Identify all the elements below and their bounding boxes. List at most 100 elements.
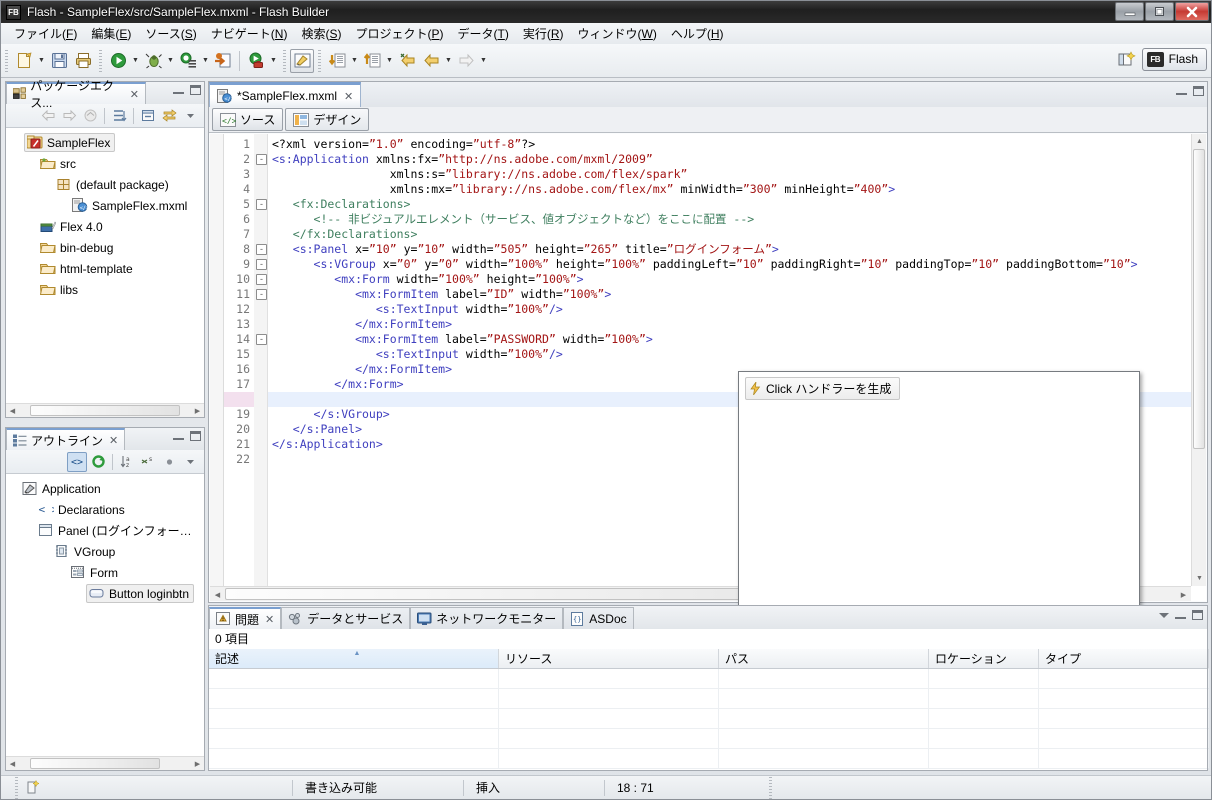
outline-hscroll[interactable]: ◀ ▶ [6, 756, 204, 770]
scroll-left-icon[interactable]: ◀ [211, 588, 224, 601]
minimize-icon[interactable] [173, 432, 184, 440]
bottom-tab-1[interactable]: データとサービス [281, 607, 411, 629]
tree-item-6[interactable]: html-template [6, 258, 204, 279]
table-row[interactable] [209, 709, 1209, 729]
tree-item-1[interactable]: src [6, 153, 204, 174]
print-icon[interactable] [71, 49, 95, 73]
tree-item-0[interactable]: Application [6, 478, 204, 499]
maximize-icon[interactable] [190, 431, 201, 441]
dropdown-arrow-icon[interactable]: ▼ [349, 49, 360, 73]
dropdown-arrow-icon[interactable]: ▼ [165, 49, 176, 73]
package-explorer-hscroll[interactable]: ◀ ▶ [6, 403, 204, 417]
close-icon[interactable]: ✕ [130, 88, 139, 101]
maximize-icon[interactable] [1193, 86, 1204, 96]
bottom-tab-3[interactable]: {} ASDoc [563, 607, 634, 629]
menu-item-8[interactable]: ウィンドウ(W) [571, 23, 664, 44]
tree-item-4[interactable]: Flex 4.0 [6, 216, 204, 237]
tree-item-content[interactable]: src [40, 156, 76, 172]
tree-item-content[interactable]: libs [40, 282, 78, 298]
menu-item-1[interactable]: 編集(E) [84, 23, 138, 44]
table-row[interactable] [209, 669, 1209, 689]
mode-design-button[interactable]: デザイン [285, 108, 370, 131]
maximize-icon[interactable] [1192, 610, 1203, 620]
menu-item-7[interactable]: 実行(R) [516, 23, 571, 44]
column-header-2[interactable]: パス [719, 649, 929, 668]
scroll-right-icon[interactable]: ▶ [191, 757, 204, 770]
view-menu-icon[interactable] [180, 106, 200, 126]
fold-toggle-icon[interactable]: - [256, 244, 267, 255]
toolbar-grip[interactable] [5, 49, 8, 72]
menu-item-6[interactable]: データ(T) [450, 23, 515, 44]
tree-item-content[interactable]: < >Declarations [38, 502, 125, 518]
scroll-left-icon[interactable]: ◀ [6, 404, 19, 417]
run-icon[interactable] [106, 49, 130, 73]
design-mode-icon[interactable] [290, 48, 314, 73]
tree-item-1[interactable]: < >Declarations [6, 499, 204, 520]
editor-marker-ruler[interactable] [210, 134, 224, 601]
tree-item-content[interactable]: bin-debug [40, 240, 113, 256]
refresh-icon[interactable] [88, 452, 108, 472]
debug-icon[interactable] [141, 49, 165, 73]
fold-toggle-icon[interactable]: - [256, 289, 267, 300]
close-button[interactable] [1175, 2, 1209, 21]
tree-item-content[interactable]: </> SampleFlex.mxml [72, 198, 187, 214]
tree-item-content[interactable]: Application [22, 481, 101, 497]
tree-item-content[interactable]: html-template [40, 261, 133, 277]
bottom-tab-0[interactable]: 問題 ✕ [209, 607, 282, 629]
dropdown-arrow-icon[interactable]: ▼ [36, 49, 47, 73]
new-icon[interactable] [12, 49, 36, 73]
menu-item-3[interactable]: ナビゲート(N) [204, 23, 295, 44]
column-header-0[interactable]: ▲ 記述 [209, 649, 499, 668]
minimize-icon[interactable] [173, 86, 184, 94]
editor-folding-column[interactable]: - - - - - - - [254, 134, 268, 601]
tree-item-0[interactable]: SampleFlex [6, 132, 204, 153]
hscroll-thumb[interactable] [30, 405, 180, 416]
sync-icon[interactable] [159, 106, 179, 126]
editor-vscroll[interactable]: ▲ ▼ [1191, 134, 1206, 586]
dropdown-arrow-icon[interactable]: ▼ [130, 49, 141, 73]
tree-item-content[interactable]: (default package) [56, 177, 169, 193]
table-row[interactable] [209, 729, 1209, 749]
quick-assist-popup[interactable]: Click ハンドラーを生成 [738, 371, 1140, 636]
next-icon[interactable] [454, 49, 478, 73]
dropdown-arrow-icon[interactable]: ▼ [443, 49, 454, 73]
table-row[interactable] [209, 749, 1209, 769]
quick-assist-proposal[interactable]: Click ハンドラーを生成 [745, 377, 901, 400]
tree-item-content[interactable]: Flex 4.0 [40, 219, 103, 235]
mode-source-button[interactable]: </> ソース [212, 108, 284, 131]
tree-item-2[interactable]: Panel (ログインフォー… [6, 520, 204, 541]
tree-item-2[interactable]: (default package) [6, 174, 204, 195]
back-to-icon[interactable] [395, 49, 419, 73]
export-icon[interactable] [360, 49, 384, 73]
menu-item-9[interactable]: ヘルプ(H) [664, 23, 731, 44]
previous-icon[interactable] [419, 49, 443, 73]
hscroll-thumb[interactable] [30, 758, 160, 769]
minimize-icon[interactable] [1175, 611, 1186, 619]
tab-package-explorer[interactable]: パッケージエクス... ✕ [6, 79, 146, 110]
toolbar-grip-2[interactable] [99, 49, 102, 72]
view-menu-icon[interactable] [1159, 612, 1169, 618]
scroll-up-icon[interactable]: ▲ [1193, 135, 1206, 148]
tree-item-content[interactable]: VGroup [54, 544, 115, 560]
maximize-icon[interactable] [190, 85, 201, 95]
fold-toggle-icon[interactable]: - [256, 334, 267, 345]
hide-non-public-icon[interactable]: s [138, 452, 158, 472]
close-icon[interactable]: ✕ [265, 613, 274, 626]
collapse-all-icon[interactable] [138, 106, 158, 126]
export-release-build-icon[interactable] [211, 49, 235, 73]
import-icon[interactable] [325, 49, 349, 73]
tree-item-content[interactable]: Form [70, 565, 118, 581]
fold-toggle-icon[interactable]: - [256, 154, 267, 165]
view-menu-icon[interactable] [180, 452, 200, 472]
tree-item-5[interactable]: Button loginbtn [6, 583, 204, 604]
dropdown-arrow-icon[interactable]: ▼ [478, 49, 489, 73]
tree-item-3[interactable]: VGroup [6, 541, 204, 562]
fold-toggle-icon[interactable]: - [256, 259, 267, 270]
column-header-1[interactable]: リソース [499, 649, 719, 668]
perspective-flash-button[interactable]: FB Flash [1141, 47, 1207, 71]
tree-item-3[interactable]: </> SampleFlex.mxml [6, 195, 204, 216]
dropdown-arrow-icon[interactable]: ▼ [200, 49, 211, 73]
column-header-4[interactable]: タイプ [1039, 649, 1209, 668]
minimize-button[interactable] [1115, 2, 1144, 21]
profile-icon[interactable] [176, 49, 200, 73]
